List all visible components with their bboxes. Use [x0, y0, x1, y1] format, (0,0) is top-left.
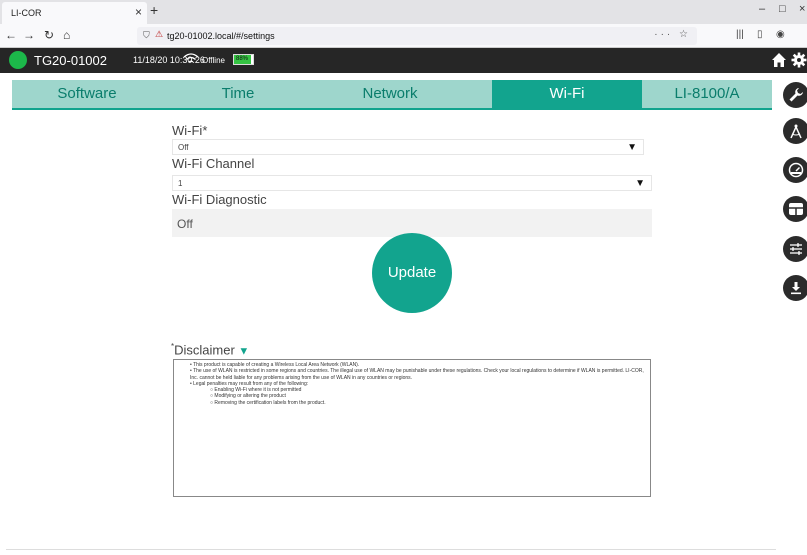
home-page-icon[interactable]: ⌂: [63, 28, 70, 42]
battery-percent: 88%: [236, 56, 249, 62]
battery-indicator: 88%: [233, 54, 254, 65]
app-header: TG20-01002 11/18/20 10:30:26 Offline 88%: [0, 48, 807, 73]
minimize-icon[interactable]: –: [759, 3, 765, 15]
new-tab-icon[interactable]: +: [150, 2, 158, 18]
url-bar[interactable]: ⛉ ⚠ tg20-01002.local/#/settings ··· ☆: [137, 27, 697, 45]
chevron-down-icon: ▼: [635, 178, 645, 189]
layout-icon[interactable]: [783, 196, 807, 222]
browser-tabstrip: LI-COR × + – □ ×: [0, 0, 807, 24]
shield-icon: ⛉: [143, 30, 150, 40]
library-icon[interactable]: |||: [736, 29, 744, 40]
extension-icon[interactable]: ◉: [776, 29, 785, 40]
update-button[interactable]: Update: [372, 233, 452, 313]
disclaimer-toggle[interactable]: *Disclaimer ▼: [171, 342, 249, 357]
tabs-underline: [12, 108, 772, 110]
tab-wifi[interactable]: Wi-Fi: [492, 80, 642, 108]
wifi-label: Wi-Fi*: [172, 123, 208, 138]
home-icon[interactable]: [771, 52, 787, 73]
disclaimer-title: Disclaimer: [174, 342, 235, 358]
maximize-icon[interactable]: □: [779, 3, 786, 15]
chevron-down-icon: ▼: [627, 142, 637, 153]
disclaimer-line: • The use of WLAN is restricted in some …: [190, 368, 644, 381]
browser-navbar: ← → ↻ ⌂ ⛉ ⚠ tg20-01002.local/#/settings …: [0, 24, 807, 48]
tab-software[interactable]: Software: [12, 80, 162, 108]
tab-li-8100a[interactable]: LI-8100/A: [642, 80, 772, 108]
settings-tabs: Software Time Network Wi-Fi LI-8100/A: [12, 80, 772, 108]
gauge-icon[interactable]: [783, 157, 807, 183]
reload-icon[interactable]: ↻: [44, 28, 54, 42]
download-icon[interactable]: [783, 275, 807, 301]
disclaimer-subline: ○ Removing the certification labels from…: [210, 399, 326, 406]
forward-icon[interactable]: →: [23, 28, 35, 42]
wrench-icon[interactable]: [783, 82, 807, 108]
wifi-channel-label: Wi-Fi Channel: [172, 156, 255, 171]
disclaimer-box: • This product is capable of creating a …: [173, 359, 651, 497]
browser-tab-title: LI-COR: [11, 8, 42, 18]
browser-tab[interactable]: LI-COR ×: [2, 2, 147, 24]
sidebar-icon[interactable]: ▯: [757, 29, 763, 40]
connection-status: Offline: [202, 56, 225, 65]
wifi-select[interactable]: Off ▼: [172, 139, 644, 155]
close-window-icon[interactable]: ×: [799, 3, 805, 15]
gear-icon[interactable]: [791, 52, 807, 73]
back-icon[interactable]: ←: [5, 28, 17, 42]
close-tab-icon[interactable]: ×: [135, 5, 142, 19]
wifi-channel-select-value: 1: [178, 179, 183, 188]
sliders-icon[interactable]: [783, 236, 807, 262]
insecure-lock-icon: ⚠: [155, 29, 164, 39]
url-text: tg20-01002.local/#/settings: [167, 31, 275, 41]
wifi-select-value: Off: [178, 143, 189, 152]
wifi-channel-select[interactable]: 1 ▼: [172, 175, 652, 191]
tab-time[interactable]: Time: [163, 80, 313, 108]
page-bottom-divider: [6, 549, 776, 550]
chevron-down-icon: ▼: [238, 345, 250, 358]
wifi-diagnostic-label: Wi-Fi Diagnostic: [172, 192, 267, 207]
device-name: TG20-01002: [34, 53, 107, 68]
tab-network[interactable]: Network: [315, 80, 465, 108]
wifi-icon: [183, 51, 199, 72]
status-indicator: [9, 51, 27, 69]
page-actions-icon[interactable]: ··· ☆: [654, 29, 691, 40]
compass-icon[interactable]: [783, 118, 807, 144]
